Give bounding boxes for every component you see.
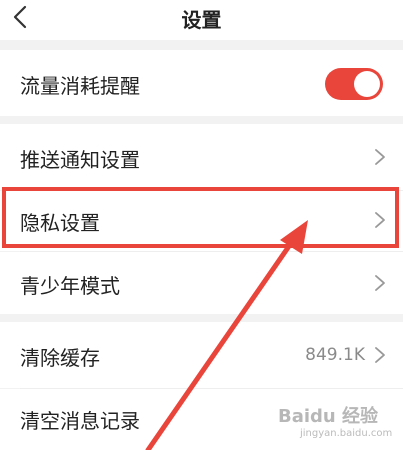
pointer-arrow-icon <box>145 220 308 450</box>
settings-page: 设置 流量消耗提醒 推送通知设置 隐私设置 青少年模式 清除缓存 849.1K <box>0 0 403 450</box>
baidu-watermark-url: jingyan.baidu.com <box>300 428 393 439</box>
baidu-watermark: Baidu 经验 <box>278 406 379 427</box>
